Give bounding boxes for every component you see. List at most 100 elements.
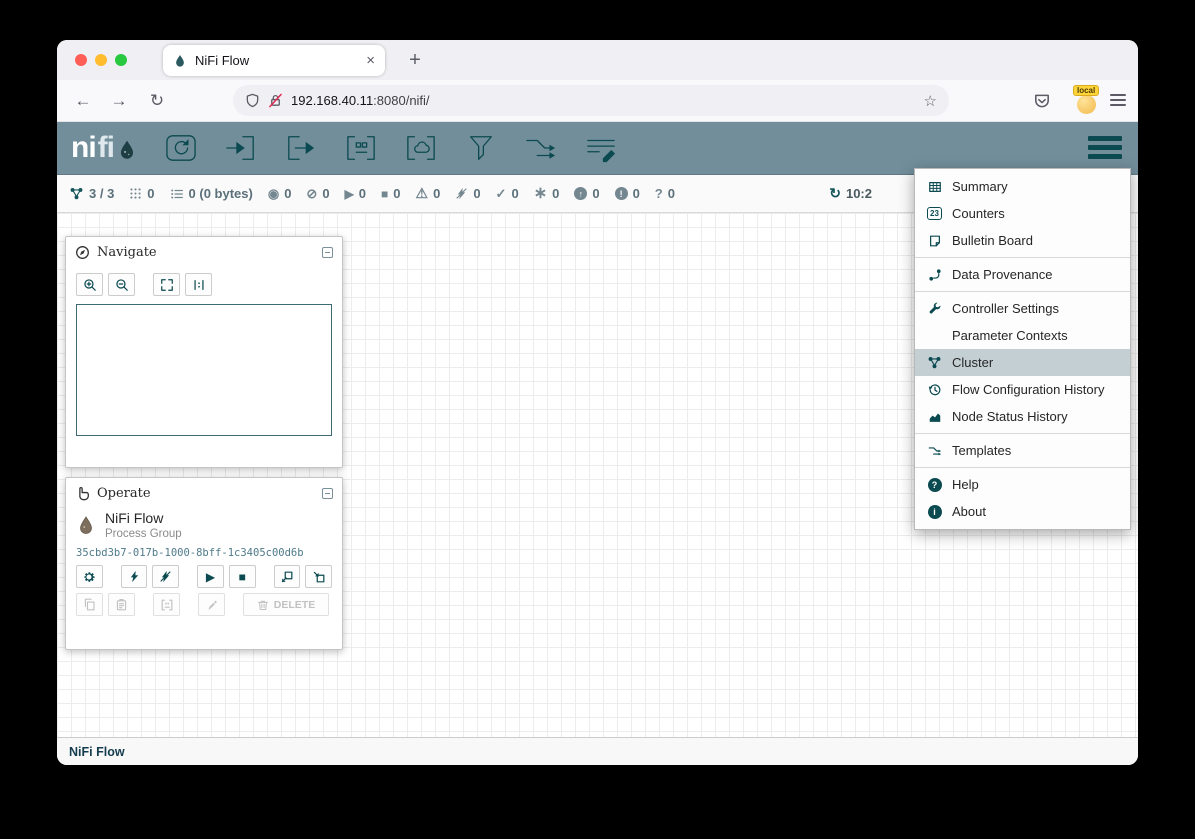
operate-title: Operate <box>97 486 151 501</box>
copy-button[interactable] <box>76 593 103 616</box>
enable-button[interactable] <box>121 565 148 588</box>
upload-template-button[interactable] <box>305 565 332 588</box>
disabled-bolt-icon <box>455 187 468 200</box>
menu-item-controller-settings[interactable]: Controller Settings <box>915 295 1130 322</box>
help-icon: ? <box>926 478 943 492</box>
templates-icon <box>926 444 943 458</box>
profile-button[interactable]: local <box>1071 85 1103 117</box>
remote-process-group-component-icon[interactable] <box>404 133 438 163</box>
zoom-actual-size-button[interactable] <box>185 273 212 296</box>
logo-text-fi: fi <box>98 133 114 163</box>
status-refresh[interactable]: ↻ 10:2 <box>829 185 872 202</box>
browser-tab[interactable]: NiFi Flow × <box>163 45 385 76</box>
insecure-lock-icon[interactable] <box>268 93 283 108</box>
process-group-component-icon[interactable] <box>344 133 378 163</box>
breadcrumb[interactable]: NiFi Flow <box>69 745 125 759</box>
browser-navbar: ← → ↻ 192.168.40.11:8080/nifi/ ☆ local <box>57 80 1138 122</box>
tab-title: NiFi Flow <box>195 53 358 68</box>
output-port-component-icon[interactable] <box>284 133 318 163</box>
start-button[interactable]: ▶ <box>197 565 224 588</box>
sync-failure-question-icon: ? <box>655 186 663 201</box>
menu-item-summary[interactable]: Summary <box>915 173 1130 200</box>
stale-arrow-icon: ↑ <box>574 187 587 200</box>
delete-button[interactable]: DELETE <box>243 593 329 616</box>
up-to-date-check-icon: ✓ <box>496 186 507 202</box>
bookmark-star-icon[interactable]: ☆ <box>924 92 937 110</box>
url-path: :8080/nifi/ <box>373 93 429 108</box>
component-name: NiFi Flow <box>105 510 182 526</box>
paste-button[interactable] <box>108 593 135 616</box>
menu-item-about[interactable]: i About <box>915 498 1130 525</box>
status-active-threads: 0 <box>129 186 154 201</box>
group-button[interactable] <box>153 593 180 616</box>
compass-icon <box>75 245 90 260</box>
url-text[interactable]: 192.168.40.11:8080/nifi/ <box>291 93 430 108</box>
menu-item-templates[interactable]: Templates <box>915 437 1130 464</box>
logo-text-ni: ni <box>71 133 96 163</box>
change-color-button[interactable] <box>198 593 225 616</box>
browser-menu-button[interactable] <box>1110 94 1126 106</box>
navigate-title: Navigate <box>97 245 157 260</box>
disable-button[interactable] <box>152 565 179 588</box>
url-host: 192.168.40.11 <box>291 93 373 108</box>
refresh-icon[interactable]: ↻ <box>829 185 841 202</box>
new-tab-button[interactable]: + <box>401 46 429 74</box>
template-component-icon[interactable] <box>524 133 558 163</box>
input-port-component-icon[interactable] <box>224 133 258 163</box>
back-button[interactable]: ← <box>71 89 95 113</box>
zoom-in-button[interactable] <box>76 273 103 296</box>
processor-component-icon[interactable] <box>164 133 198 163</box>
menu-item-parameter-contexts[interactable]: Parameter Contexts <box>915 322 1130 349</box>
label-component-icon[interactable] <box>584 133 618 163</box>
operate-header: Operate <box>66 478 342 508</box>
menu-item-counters[interactable]: 23 Counters <box>915 200 1130 227</box>
stop-button[interactable]: ■ <box>229 565 256 588</box>
navigate-header: Navigate <box>66 237 342 267</box>
menu-item-bulletin-board[interactable]: Bulletin Board <box>915 227 1130 254</box>
window-minimize-button[interactable] <box>95 54 107 66</box>
stopped-icon: ■ <box>381 187 388 201</box>
zoom-out-button[interactable] <box>108 273 135 296</box>
configure-button[interactable] <box>76 565 103 588</box>
nifi-logo: nifi <box>71 133 138 163</box>
status-cluster: 3 / 3 <box>69 186 114 201</box>
window-close-button[interactable] <box>75 54 87 66</box>
pocket-icon[interactable] <box>1033 92 1051 110</box>
birdseye-minimap[interactable] <box>76 304 332 436</box>
area-chart-icon <box>926 410 943 424</box>
navigate-collapse-button[interactable] <box>322 247 333 258</box>
url-bar[interactable]: 192.168.40.11:8080/nifi/ ☆ <box>233 85 949 116</box>
menu-divider <box>915 467 1130 468</box>
forward-button[interactable]: → <box>107 89 131 113</box>
history-icon <box>926 383 943 397</box>
wrench-icon <box>926 302 943 316</box>
zoom-fit-button[interactable] <box>153 273 180 296</box>
funnel-component-icon[interactable] <box>464 133 498 163</box>
menu-item-cluster[interactable]: Cluster <box>915 349 1130 376</box>
selected-component: NiFi Flow Process Group <box>66 508 342 540</box>
navigate-buttons <box>66 267 342 296</box>
global-menu-button[interactable] <box>1088 136 1122 159</box>
tab-strip: NiFi Flow × + <box>57 40 1138 80</box>
window-zoom-button[interactable] <box>115 54 127 66</box>
status-invalid: ⚠ 0 <box>416 185 441 202</box>
tab-close-icon[interactable]: × <box>366 52 375 69</box>
menu-divider <box>915 291 1130 292</box>
tracking-shield-icon[interactable] <box>245 93 260 108</box>
operate-buttons-row-1: ▶ ■ <box>66 565 342 588</box>
menu-item-help[interactable]: ? Help <box>915 471 1130 498</box>
provenance-icon <box>926 268 943 282</box>
operate-palette: Operate NiFi Flow Process Group 35cbd3b7… <box>65 477 343 650</box>
transmitting-icon: ◉ <box>268 186 279 202</box>
operate-collapse-button[interactable] <box>322 488 333 499</box>
menu-item-data-provenance[interactable]: Data Provenance <box>915 261 1130 288</box>
status-not-transmitting: ⊘ 0 <box>306 186 329 202</box>
operate-buttons-row-2: DELETE <box>66 593 342 616</box>
not-transmitting-icon: ⊘ <box>306 186 317 202</box>
modified-stale-icon: ! <box>615 187 628 200</box>
reload-button[interactable]: ↻ <box>145 89 169 113</box>
create-template-button[interactable] <box>274 565 301 588</box>
menu-item-flow-configuration-history[interactable]: Flow Configuration History <box>915 376 1130 403</box>
menu-divider <box>915 433 1130 434</box>
menu-item-node-status-history[interactable]: Node Status History <box>915 403 1130 430</box>
